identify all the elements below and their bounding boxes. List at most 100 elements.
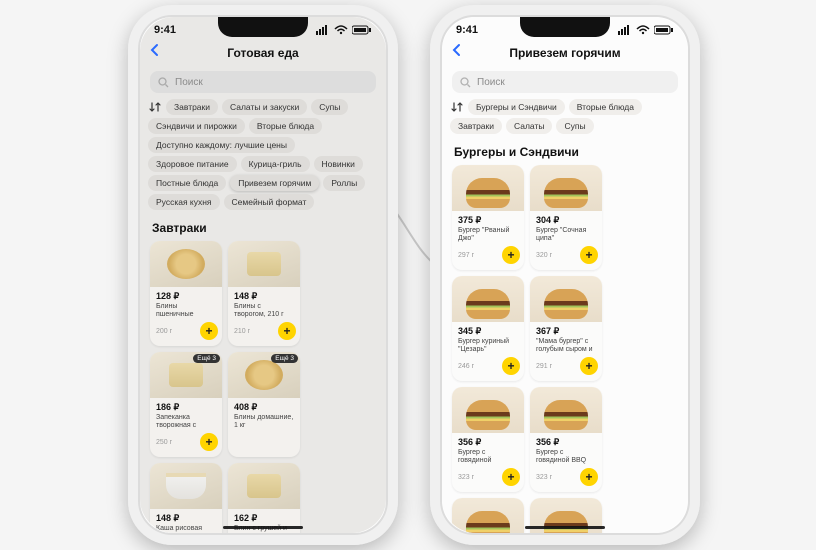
product-price: 128 ₽ [150,287,222,302]
product-price: 148 ₽ [228,287,300,302]
chip[interactable]: Роллы [323,175,365,191]
product-image [452,276,524,322]
chip[interactable]: Здоровое питание [148,156,237,172]
header: Готовая еда [140,39,386,67]
product-weight: 297 г [458,252,474,259]
battery-icon [654,25,674,35]
add-button[interactable]: + [502,468,520,486]
product-card[interactable]: 356 ₽ Бургер с говядиной "Капрезе" 323 г… [452,387,524,492]
product-weight: 210 г [234,328,250,335]
phone-right: 9:41 Привезем горячим Поиск Бургеры и Сэ [430,5,700,545]
header: Привезем горячим [442,39,688,67]
product-weight: 250 г [156,439,172,446]
product-price: 408 ₽ [228,398,300,413]
search-input[interactable]: Поиск [452,71,678,93]
sort-icon[interactable] [148,100,162,114]
product-price: 148 ₽ [150,509,222,524]
product-card[interactable]: 375 ₽ Бургер "Рваный Джо" 297 г+ [452,165,524,270]
product-weight: 246 г [458,363,474,370]
product-name: Бургер куриный "Цезарь" [452,337,524,353]
chip[interactable]: Салаты и закуски [222,99,307,115]
product-image [228,463,300,509]
product-card[interactable]: 148 ₽ Блины с творогом, 210 г 210 г + [228,241,300,346]
search-placeholder: Поиск [477,77,505,88]
product-image [150,463,222,509]
sort-icon[interactable] [450,100,464,114]
add-button[interactable]: + [502,357,520,375]
product-image [530,276,602,322]
product-card[interactable]: 162 ₽ Блин с грушей и мягким сыром [228,463,300,533]
section-title: Завтраки [140,219,386,241]
product-card[interactable]: Ещё 3 186 ₽ Запеканка творожная с грушей… [150,352,222,457]
category-chips: Бургеры и Сэндвичи Вторые блюда Завтраки… [442,99,688,143]
product-card[interactable]: 345 ₽ Бургер куриный "Цезарь" 246 г+ [452,276,524,381]
search-placeholder: Поиск [175,77,203,88]
product-image [530,387,602,433]
add-button[interactable]: + [502,246,520,264]
product-image [452,165,524,211]
chip[interactable]: Вторые блюда [569,99,642,115]
phone-left: 9:41 Готовая еда Поиск Завтраки [128,5,398,545]
chip[interactable]: Супы [556,118,593,134]
product-card[interactable]: 367 ₽ "Мама бургер" с голубым сыром и ви… [530,276,602,381]
signal-icon [316,25,330,35]
category-chips: Завтраки Салаты и закуски Супы Сэндвичи … [140,99,386,219]
add-button[interactable]: + [200,322,218,340]
battery-icon [352,25,372,35]
chip[interactable]: Доступно каждому: лучшие цены [148,137,295,153]
search-icon [158,77,169,88]
product-card[interactable]: 148 ₽ Каша рисовая молочная, 200 г [150,463,222,533]
product-price: 356 ₽ [530,433,602,448]
chip[interactable]: Завтраки [450,118,502,134]
product-price: 367 ₽ [530,322,602,337]
product-grid: 128 ₽ Блины пшеничные 200 г + 148 ₽ Блин… [140,241,386,533]
search-icon [460,77,471,88]
product-image [150,241,222,287]
product-weight: 320 г [536,252,552,259]
chip[interactable]: Сэндвичи и пирожки [148,118,245,134]
product-image [228,241,300,287]
product-card[interactable]: 356 ₽ Бургер с говядиной BBQ 323 г+ [530,387,602,492]
home-indicator[interactable] [223,526,303,529]
back-button[interactable] [148,43,162,62]
add-button[interactable]: + [580,246,598,264]
product-grid: 375 ₽ Бургер "Рваный Джо" 297 г+ 304 ₽ Б… [442,165,688,533]
add-button[interactable]: + [278,322,296,340]
product-weight: 323 г [458,474,474,481]
back-button[interactable] [450,43,464,62]
add-button[interactable]: + [200,433,218,451]
wifi-icon [636,25,650,35]
home-indicator[interactable] [525,526,605,529]
product-price: 186 ₽ [150,398,222,413]
product-card[interactable]: 128 ₽ Блины пшеничные 200 г + [150,241,222,346]
chip[interactable]: Бургеры и Сэндвичи [468,99,565,115]
chip[interactable]: Новинки [314,156,363,172]
chip[interactable]: Завтраки [166,99,218,115]
product-name: Бургер "Сочная ципа" [530,226,602,242]
product-image: Ещё 3 [228,352,300,398]
product-price: 356 ₽ [452,433,524,448]
page-title: Готовая еда [227,46,298,60]
search-input[interactable]: Поиск [150,71,376,93]
chip[interactable]: Салаты [506,118,552,134]
product-weight: 323 г [536,474,552,481]
product-name: Блины домашние, 1 кг [228,413,300,429]
chip[interactable]: Курица-гриль [241,156,310,172]
chip[interactable]: Супы [311,99,348,115]
product-price: 304 ₽ [530,211,602,226]
product-card[interactable]: Ещё 3 408 ₽ Блины домашние, 1 кг [228,352,300,457]
add-button[interactable]: + [580,357,598,375]
more-badge: Ещё 3 [271,354,298,363]
chip[interactable]: Постные блюда [148,175,226,191]
add-button[interactable]: + [580,468,598,486]
product-name: Блины пшеничные [150,302,222,318]
chip[interactable]: Русская кухня [148,194,220,210]
chip-selected[interactable]: Привезем горячим [230,175,319,191]
signal-icon [618,25,632,35]
product-card[interactable]: 304 ₽ Бургер "Сочная ципа" 320 г + [530,165,602,270]
section-title: Бургеры и Сэндвичи [442,143,688,165]
product-price: 162 ₽ [228,509,300,524]
chip[interactable]: Семейный формат [224,194,315,210]
chip[interactable]: Вторые блюда [249,118,322,134]
product-card[interactable]: 265 ₽ [452,498,524,533]
